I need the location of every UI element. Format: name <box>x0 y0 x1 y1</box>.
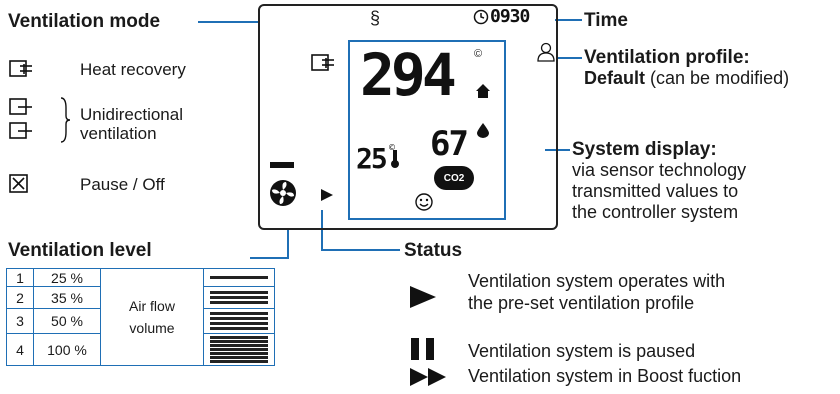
level-indicator-bar <box>270 162 294 168</box>
ventilation-profile-heading: Ventilation profile: <box>584 47 750 68</box>
time-heading: Time <box>584 10 629 31</box>
home-icon <box>474 82 492 105</box>
boost-icon <box>408 366 452 393</box>
system-display-line-1: via sensor technology <box>572 160 747 180</box>
co2-cloud-icon: CO2 <box>434 166 474 190</box>
pause-icon <box>408 336 438 367</box>
humidity-readout: 67 <box>430 124 469 164</box>
humidity-icon <box>476 122 490 143</box>
level-number: 2 <box>6 286 34 309</box>
heat-recovery-icon <box>8 58 34 85</box>
mode-pause-off-label: Pause / Off <box>80 175 165 194</box>
system-display-line-3: the controller system <box>572 202 739 222</box>
time-readout: 0930 <box>490 6 530 27</box>
profile-default: Default <box>584 68 646 88</box>
profile-default-note: (can be modified) <box>650 68 790 88</box>
profile-icon <box>536 42 556 67</box>
mode-unidirectional-label-2: ventilation <box>80 124 157 143</box>
level-bars-1 <box>203 268 275 287</box>
status-operates-line-1: Ventilation system operates with <box>468 271 726 291</box>
system-display-box: 294 © 25 © 67 CO2 <box>348 40 506 220</box>
ventilation-profile-desc: Default (can be modified) <box>584 68 789 89</box>
status-play-icon <box>320 188 334 207</box>
play-icon <box>408 284 438 315</box>
airflow-line-2: volume <box>129 320 175 336</box>
airflow-line-1: Air flow <box>129 298 175 314</box>
connection-icon: § <box>370 8 381 28</box>
system-display-heading: System display: <box>572 139 717 160</box>
status-boost-text: Ventilation system in Boost fuction <box>468 366 742 386</box>
level-percent: 25 % <box>33 268 101 287</box>
main-value-readout: 294 <box>360 41 457 109</box>
unidirectional-icon <box>8 97 34 148</box>
ventilation-mode-heading: Ventilation mode <box>8 11 161 32</box>
active-mode-icon <box>310 52 336 79</box>
unidirectional-brace <box>58 96 72 149</box>
level-bars-2 <box>203 286 275 309</box>
ventilation-level-connector <box>250 228 289 259</box>
status-paused-text: Ventilation system is paused <box>468 341 696 361</box>
controller-display: § 0930 294 © 25 © 67 CO2 <box>258 4 558 230</box>
ventilation-level-table: 1 25 % Air flow volume 2 35 % 3 50 % 4 1… <box>6 268 275 366</box>
level-bars-4 <box>203 333 275 366</box>
system-display-line-2: transmitted values to <box>572 181 739 201</box>
level-percent: 100 % <box>33 333 101 366</box>
status-heading: Status <box>404 240 463 261</box>
smiley-icon <box>414 192 434 217</box>
level-bars-3 <box>203 308 275 334</box>
status-operates-text: Ventilation system operates with the pre… <box>468 270 725 314</box>
level-number: 3 <box>6 308 34 334</box>
temperature-readout: 25 <box>356 142 388 175</box>
level-number: 4 <box>6 333 34 366</box>
thermometer-icon: © <box>388 142 402 175</box>
airflow-volume-label: Air flow volume <box>100 268 204 366</box>
pause-off-icon <box>8 173 30 200</box>
fan-icon <box>268 178 298 213</box>
status-operates-line-2: the pre-set ventilation profile <box>468 293 695 313</box>
level-number: 1 <box>6 268 34 287</box>
level-percent: 35 % <box>33 286 101 309</box>
mode-unidirectional-label: Unidirectional <box>80 105 183 124</box>
system-display-description: via sensor technology transmitted values… <box>572 160 746 223</box>
clock-icon <box>473 9 489 30</box>
copyright-icon: © <box>474 48 483 60</box>
table-row: 1 25 % Air flow volume <box>6 268 275 366</box>
mode-heat-recovery-label: Heat recovery <box>80 60 186 79</box>
ventilation-level-heading: Ventilation level <box>8 240 152 261</box>
level-percent: 50 % <box>33 308 101 334</box>
